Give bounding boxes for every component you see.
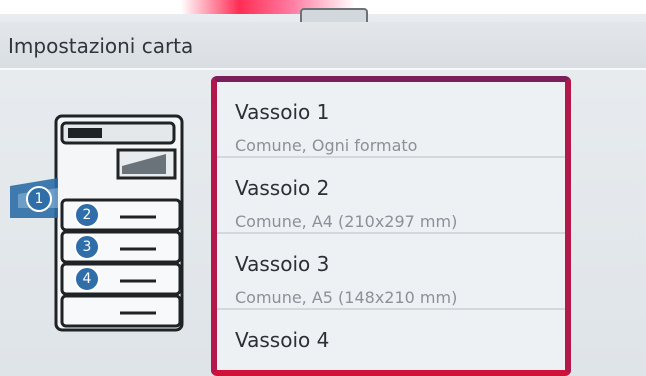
tray-name: Vassoio 3 — [235, 252, 330, 276]
page-title: Impostazioni carta — [8, 34, 194, 58]
printer-illustration: 1 2 3 4 — [0, 68, 200, 376]
tray-description: Comune, Ogni formato — [235, 136, 418, 155]
tray-1-badge: 1 — [26, 186, 52, 212]
header-bar: Impostazioni carta — [0, 22, 646, 70]
tray-list: Vassoio 1 Comune, Ogni formato Vassoio 2… — [211, 76, 571, 376]
tray-row-4[interactable]: Vassoio 4 — [217, 310, 565, 370]
tray-2-badge: 2 — [74, 202, 100, 228]
device-screen: Impostazioni carta 1 2 3 4 Vassoio 1 Com… — [0, 0, 646, 376]
tray-row-1[interactable]: Vassoio 1 Comune, Ogni formato — [217, 82, 565, 158]
tray-row-2[interactable]: Vassoio 2 Comune, A4 (210x297 mm) — [217, 158, 565, 234]
tray-description: Comune, A4 (210x297 mm) — [235, 212, 458, 231]
tray-name: Vassoio 4 — [235, 328, 330, 352]
tray-name: Vassoio 2 — [235, 176, 330, 200]
tray-4-badge: 4 — [74, 266, 100, 292]
tray-description: Comune, A5 (148x210 mm) — [235, 288, 458, 307]
tray-3-badge: 3 — [74, 234, 100, 260]
tray-name: Vassoio 1 — [235, 100, 330, 124]
printer-icon — [10, 114, 184, 332]
tray-row-3[interactable]: Vassoio 3 Comune, A5 (148x210 mm) — [217, 234, 565, 310]
